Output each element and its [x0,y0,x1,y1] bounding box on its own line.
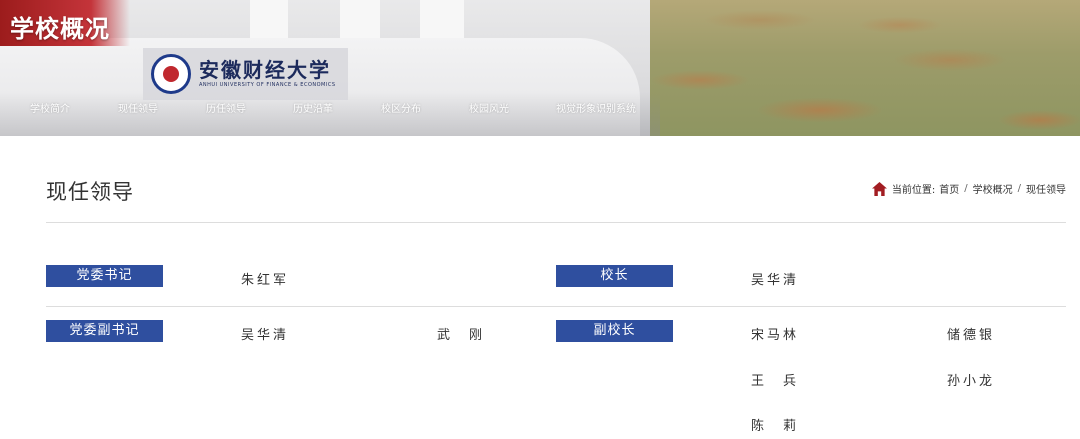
section-title: 学校概况 [10,15,110,43]
breadcrumb-separator: / [1017,183,1021,194]
university-logo[interactable]: 安徽财经大学 ANHUI UNIVERSITY OF FINANCE & ECO… [143,48,348,100]
logo-english-name: ANHUI UNIVERSITY OF FINANCE & ECONOMICS [199,82,336,88]
heading-divider [46,222,1066,223]
row-divider [46,306,1066,307]
leader-name[interactable]: 储德银 [947,324,995,343]
logo-chinese-name: 安徽财经大学 [199,58,331,82]
role-label-president: 校长 [556,265,673,287]
leader-name[interactable]: 朱红军 [241,269,289,288]
banner-sign-letters [250,0,510,40]
leader-name[interactable]: 吴华清 [241,324,289,343]
breadcrumb-home-link[interactable]: 首页 [939,181,959,196]
breadcrumb: 当前位置: 首页 / 学校概况 / 现任领导 [871,181,1066,196]
nav-item-campuses[interactable]: 校区分布 [381,100,421,115]
page-title: 现任领导 [46,180,134,204]
nav-item-former-leaders[interactable]: 历任领导 [206,100,246,115]
nav-item-visual-identity[interactable]: 视觉形象识别系统 [556,100,636,115]
role-label-party-secretary: 党委书记 [46,265,163,287]
nav-item-history[interactable]: 历史沿革 [293,100,333,115]
logo-text: 安徽财经大学 ANHUI UNIVERSITY OF FINANCE & ECO… [199,59,336,89]
leader-name[interactable]: 陈 莉 [751,415,799,434]
university-emblem-icon [151,54,191,94]
role-label-vice-president: 副校长 [556,320,673,342]
leader-name[interactable]: 孙小龙 [947,370,995,389]
nav-item-introduction[interactable]: 学校简介 [30,100,70,115]
breadcrumb-school-overview-link[interactable]: 学校概况 [973,181,1013,196]
breadcrumb-current: 现任领导 [1026,185,1066,196]
breadcrumb-separator: / [964,183,968,194]
leader-name[interactable]: 武 刚 [437,324,485,343]
nav-item-campus-scenery[interactable]: 校园风光 [469,100,509,115]
header-banner: 学校概况 安徽财经大学 ANHUI UNIVERSITY OF FINANCE … [0,0,1080,136]
leader-name[interactable]: 王 兵 [751,370,799,389]
role-label-deputy-party-secretary: 党委副书记 [46,320,163,342]
leader-name[interactable]: 宋马林 [751,324,799,343]
leader-name[interactable]: 吴华清 [751,269,799,288]
nav-item-current-leaders[interactable]: 现任领导 [118,100,158,115]
breadcrumb-prefix: 当前位置: [891,185,936,196]
home-icon [871,181,887,196]
